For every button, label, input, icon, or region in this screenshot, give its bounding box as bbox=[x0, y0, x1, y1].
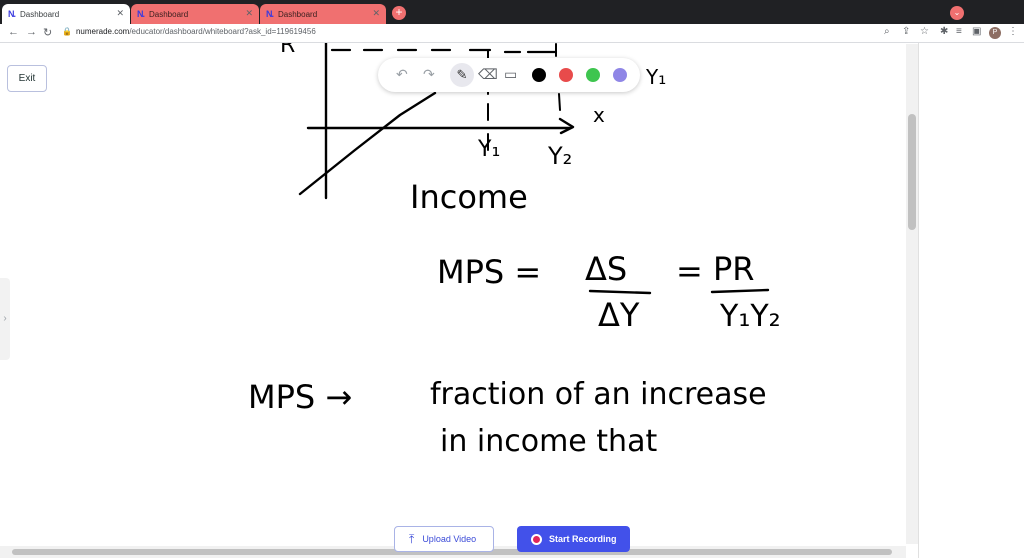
definition-line2: in income that bbox=[440, 424, 657, 459]
y2-label: Y₂ bbox=[547, 142, 572, 170]
bookmark-star-icon[interactable]: ☆ bbox=[920, 26, 929, 37]
pr-numerator: PR bbox=[713, 250, 755, 288]
undo-icon[interactable]: ↶ bbox=[396, 66, 408, 83]
numerade-icon: N. bbox=[137, 9, 145, 19]
definition-line1: fraction of an increase bbox=[430, 377, 767, 412]
definition-mps: MPS → bbox=[248, 378, 352, 416]
back-icon[interactable]: ← bbox=[8, 26, 19, 38]
color-purple-swatch[interactable] bbox=[613, 68, 627, 82]
tab-search-button[interactable]: ⌄ bbox=[950, 6, 964, 20]
right-panel bbox=[918, 43, 1024, 558]
browser-toolbar: ← → ↻ 🔒 numerade.com/educator/dashboard/w… bbox=[0, 24, 1024, 43]
side-panel-handle[interactable]: › bbox=[0, 278, 10, 360]
income-axis-title: Income bbox=[410, 178, 528, 216]
address-bar[interactable]: 🔒 numerade.com/educator/dashboard/whitebo… bbox=[62, 27, 316, 36]
color-green-swatch[interactable] bbox=[586, 68, 600, 82]
lock-icon: 🔒 bbox=[62, 27, 72, 36]
handwriting-layer: R Y₁ Y₂ x Y₁ Income MPS = ΔS ΔY = PR Y₁Y… bbox=[248, 43, 781, 459]
side-panel-icon[interactable]: ▣ bbox=[972, 26, 981, 37]
close-tab-icon[interactable]: ✕ bbox=[116, 8, 124, 19]
tab-label: Dashboard bbox=[20, 9, 60, 19]
url-host: numerade.com bbox=[75, 27, 130, 36]
record-label: Start Recording bbox=[549, 534, 617, 544]
zoom-icon[interactable]: ⌕ bbox=[884, 26, 890, 37]
close-tab-icon[interactable]: ✕ bbox=[372, 8, 380, 19]
extensions-icon[interactable]: ✱ bbox=[940, 26, 948, 37]
record-icon bbox=[531, 533, 542, 545]
drawing-toolbar: ↶ ↷ ✎ ⌫ ▭ bbox=[378, 58, 640, 92]
image-icon[interactable]: ▭ bbox=[504, 66, 517, 83]
fraction-bar-2 bbox=[710, 288, 770, 294]
vertical-scroll-thumb[interactable] bbox=[908, 114, 916, 230]
reload-icon[interactable]: ↻ bbox=[43, 26, 52, 39]
x-axis-arrow-stroke bbox=[558, 117, 575, 135]
close-tab-icon[interactable]: ✕ bbox=[245, 8, 253, 19]
color-black-swatch[interactable] bbox=[532, 68, 546, 82]
y1y2-denominator: Y₁Y₂ bbox=[719, 299, 781, 334]
share-icon[interactable]: ⇪ bbox=[902, 26, 910, 37]
y1-label: Y₁ bbox=[477, 137, 500, 162]
color-red-swatch[interactable] bbox=[559, 68, 573, 82]
upload-icon: ⤒ bbox=[409, 531, 415, 546]
profile-avatar[interactable]: P bbox=[989, 27, 1001, 39]
upload-label: Upload Video bbox=[422, 534, 477, 544]
right-y1-label: Y₁ bbox=[645, 65, 666, 89]
numerade-icon: N. bbox=[8, 9, 16, 19]
numerade-icon: N. bbox=[266, 9, 274, 19]
equals-sign: = bbox=[676, 252, 703, 290]
tab-dashboard-3[interactable]: N. Dashboard ✕ bbox=[260, 4, 386, 24]
tab-dashboard-1[interactable]: N. Dashboard ✕ bbox=[2, 4, 130, 24]
new-tab-button[interactable]: + bbox=[392, 6, 406, 20]
tab-label: Dashboard bbox=[149, 9, 189, 19]
forward-icon[interactable]: → bbox=[26, 26, 37, 38]
x-axis-label: x bbox=[593, 103, 605, 127]
exit-button[interactable]: Exit bbox=[7, 65, 47, 92]
tab-dashboard-2[interactable]: N. Dashboard ✕ bbox=[131, 4, 259, 24]
mps-lhs: MPS = bbox=[437, 253, 541, 291]
delta-y: ΔY bbox=[598, 296, 640, 334]
delta-s: ΔS bbox=[585, 250, 627, 288]
corner-label: R bbox=[280, 43, 295, 58]
menu-icon[interactable]: ⋮ bbox=[1008, 26, 1018, 37]
tab-label: Dashboard bbox=[278, 9, 318, 19]
pen-icon[interactable]: ✎ bbox=[450, 63, 474, 87]
eraser-icon[interactable]: ⌫ bbox=[478, 66, 498, 83]
media-icon[interactable]: ≡ bbox=[956, 26, 962, 37]
vertical-scrollbar[interactable] bbox=[906, 44, 918, 544]
dashed-horizontal-stroke bbox=[330, 48, 558, 54]
redo-icon[interactable]: ↷ bbox=[423, 66, 435, 83]
upload-video-button[interactable]: ⤒ Upload Video bbox=[394, 526, 494, 552]
fraction-bar-1 bbox=[588, 289, 652, 295]
url-path: /educator/dashboard/whiteboard?ask_id=11… bbox=[129, 27, 316, 36]
start-recording-button[interactable]: Start Recording bbox=[517, 526, 630, 552]
tab-bar: N. Dashboard ✕ N. Dashboard ✕ N. Dashboa… bbox=[0, 0, 1024, 24]
